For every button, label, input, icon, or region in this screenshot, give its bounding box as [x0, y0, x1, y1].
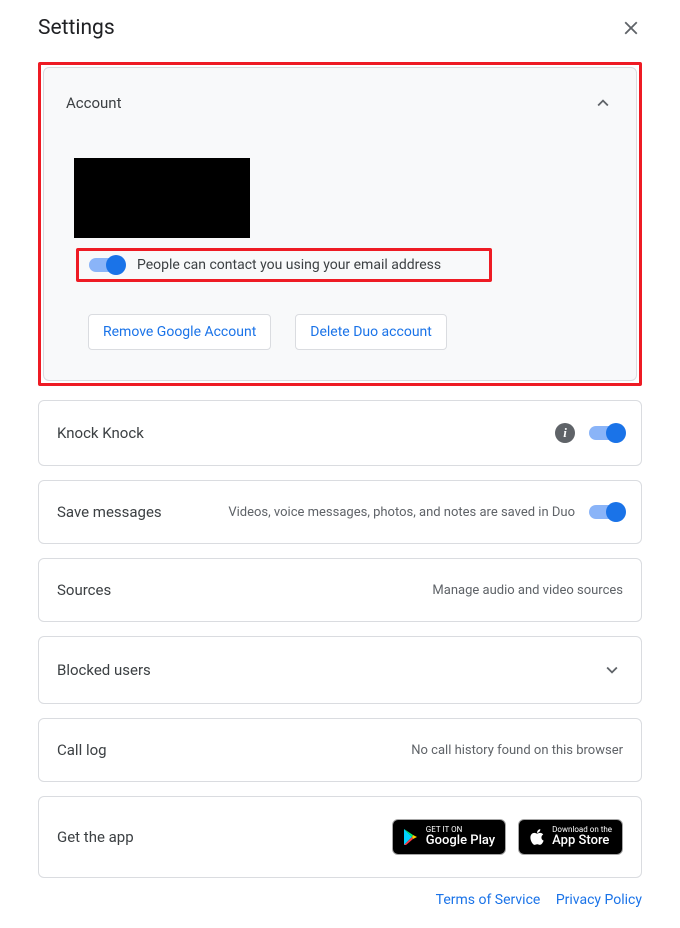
save-messages-subtitle: Videos, voice messages, photos, and note…: [228, 505, 575, 520]
blocked-users-expand[interactable]: [601, 659, 623, 681]
call-log-subtitle: No call history found on this browser: [411, 743, 623, 758]
get-app-section: Get the app GET IT ON Google Play Downlo…: [38, 796, 642, 878]
get-app-title: Get the app: [57, 828, 134, 846]
knock-knock-section: Knock Knock i: [38, 400, 642, 466]
app-store-large: App Store: [552, 834, 612, 848]
page-title: Settings: [38, 16, 115, 40]
save-messages-title: Save messages: [57, 503, 162, 521]
close-icon: [620, 17, 642, 39]
privacy-policy-link[interactable]: Privacy Policy: [556, 892, 642, 908]
knock-knock-title: Knock Knock: [57, 424, 144, 442]
google-play-icon: [403, 828, 419, 846]
close-button[interactable]: [620, 17, 642, 39]
knock-knock-toggle[interactable]: [589, 426, 623, 440]
sources-title: Sources: [57, 581, 111, 599]
call-log-title: Call log: [57, 741, 107, 759]
remove-google-account-button[interactable]: Remove Google Account: [88, 314, 271, 350]
footer-links: Terms of Service Privacy Policy: [38, 892, 642, 908]
sources-section[interactable]: Sources Manage audio and video sources: [38, 558, 642, 622]
app-store-badge[interactable]: Download on the App Store: [518, 819, 623, 855]
contact-via-email-toggle[interactable]: [89, 258, 123, 272]
save-messages-toggle[interactable]: [589, 505, 623, 519]
account-title: Account: [66, 94, 122, 112]
apple-icon: [529, 828, 545, 846]
call-log-section: Call log No call history found on this b…: [38, 718, 642, 782]
blocked-users-title: Blocked users: [57, 661, 151, 679]
account-section: Account People can contact you using you…: [43, 67, 637, 381]
sources-subtitle: Manage audio and video sources: [432, 583, 623, 598]
info-icon[interactable]: i: [555, 423, 575, 443]
contact-via-email-label: People can contact you using your email …: [137, 257, 441, 273]
save-messages-section: Save messages Videos, voice messages, ph…: [38, 480, 642, 544]
delete-duo-account-button[interactable]: Delete Duo account: [295, 314, 447, 350]
account-collapse-button[interactable]: [592, 92, 614, 114]
terms-of-service-link[interactable]: Terms of Service: [436, 892, 541, 908]
chevron-up-icon: [592, 92, 614, 114]
google-play-large: Google Play: [426, 834, 495, 848]
highlight-contact-toggle: People can contact you using your email …: [76, 248, 492, 282]
chevron-down-icon: [601, 659, 623, 681]
google-play-badge[interactable]: GET IT ON Google Play: [392, 819, 506, 855]
account-identity-redacted: [74, 158, 250, 238]
blocked-users-section[interactable]: Blocked users: [38, 636, 642, 704]
highlight-account-section: Account People can contact you using you…: [38, 62, 642, 386]
